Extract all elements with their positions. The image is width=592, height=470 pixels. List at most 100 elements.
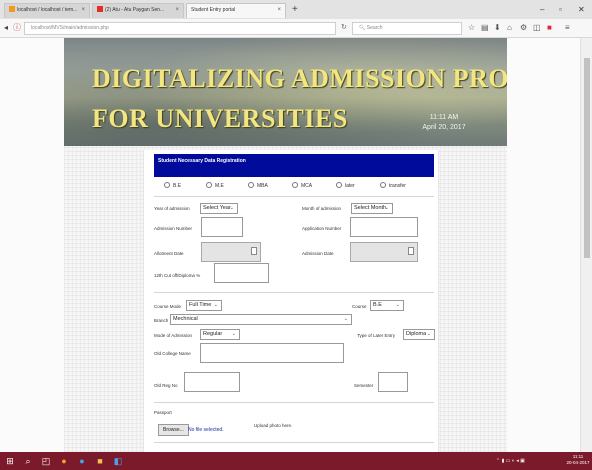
allotment-date-input[interactable]: [201, 242, 261, 262]
upload-hint: Upload photo here.: [254, 423, 293, 428]
home-icon[interactable]: ⌂: [507, 23, 512, 33]
site-info-icon[interactable]: ⓘ: [13, 23, 21, 33]
reading-list-icon[interactable]: ▤: [481, 23, 489, 33]
tab-label: (2) Atu - Atu Paygan Sen...: [105, 7, 165, 13]
month-label: Month of admission: [302, 206, 342, 211]
branch-select[interactable]: Mechnical ⌄: [170, 314, 352, 325]
later-entry-label: Type of Later Entry: [357, 333, 396, 338]
form-title: Student Necessary Data Registration: [154, 154, 434, 177]
calendar-icon[interactable]: [408, 247, 414, 255]
sync-icon[interactable]: ⚙: [520, 23, 527, 33]
radio-mca[interactable]: MCA: [292, 182, 312, 190]
calendar-icon[interactable]: [251, 247, 257, 255]
application-number-input[interactable]: [350, 217, 418, 237]
old-college-input[interactable]: [200, 343, 344, 363]
task-view-icon[interactable]: ◰: [40, 455, 52, 467]
bookmark-star-icon[interactable]: ☆: [468, 23, 475, 33]
radio-circle-icon: [292, 182, 298, 188]
month-select-value: Select Month: [354, 205, 387, 211]
divider: [154, 402, 434, 403]
mode-of-admission-select[interactable]: Regular ⌄: [200, 329, 240, 340]
chevron-down-icon: ⌄: [231, 331, 236, 337]
tab-student-entry[interactable]: Student Entry portal ×: [186, 3, 286, 18]
month-select[interactable]: Select Month ⌄: [351, 203, 393, 214]
later-entry-select[interactable]: Diploma ⌄: [403, 329, 435, 340]
program-radio-group: B.E M.E MBA MCA later transfer: [164, 182, 434, 192]
admission-date-label: Admission Date: [302, 251, 334, 256]
radio-circle-icon: [336, 182, 342, 188]
year-select[interactable]: Select Year ⌄: [200, 203, 238, 214]
divider: [154, 292, 434, 293]
course-label: Course: [352, 304, 367, 309]
tab-youtube[interactable]: (2) Atu - Atu Paygan Sen... ×: [92, 3, 184, 18]
minimize-button[interactable]: –: [540, 3, 544, 16]
scrollbar-thumb[interactable]: [584, 58, 590, 258]
reload-icon[interactable]: ↻: [341, 23, 347, 31]
chevron-down-icon: ⌄: [229, 205, 234, 211]
admission-number-input[interactable]: [201, 217, 243, 237]
course-mode-value: Full Time: [189, 302, 212, 308]
windows-taskbar: ⊞ ⌕ ◰ ● ● ■ ◧ ⌃ ▮ ▭ ◐ ◂ ▣ 11:11 20-04-20…: [0, 452, 592, 470]
menu-icon[interactable]: ≡: [565, 23, 570, 33]
radio-circle-icon: [380, 182, 386, 188]
search-input[interactable]: 🔍︎ Search: [352, 22, 462, 35]
application-number-label: Application Number: [302, 226, 342, 231]
address-bar[interactable]: localhost/MVS/main/admission.php: [24, 22, 336, 35]
browser-nav-bar: ◂ ⓘ localhost/MVS/main/admission.php ↻ 🔍…: [0, 19, 592, 38]
phpmyadmin-favicon-icon: [9, 6, 15, 12]
maximize-button[interactable]: ▫: [559, 3, 562, 16]
old-reg-input[interactable]: [184, 372, 240, 392]
passport-label: Passport: [154, 410, 172, 415]
radio-circle-icon: [164, 182, 170, 188]
windows-start-icon[interactable]: ⊞: [4, 455, 16, 467]
close-tab-icon[interactable]: ×: [277, 4, 281, 17]
firefox-icon[interactable]: ●: [58, 455, 70, 467]
header-banner: DIGITALIZING ADMISSION PROCESS FOR UNIVE…: [64, 38, 507, 146]
old-college-label: Old College Name: [154, 351, 191, 356]
back-icon[interactable]: ◂: [4, 23, 8, 33]
radio-be[interactable]: B.E: [164, 182, 181, 190]
semester-input[interactable]: [378, 372, 408, 392]
old-reg-label: Old Reg No: [154, 383, 178, 388]
admission-date-input[interactable]: [350, 242, 418, 262]
close-tab-icon[interactable]: ×: [175, 4, 179, 17]
page-scrollbar[interactable]: [580, 38, 592, 452]
cutoff-input[interactable]: [214, 263, 269, 283]
radio-circle-icon: [206, 182, 212, 188]
addon-icon[interactable]: ■: [547, 23, 552, 33]
banner-title-line2: FOR UNIVERSITIES: [92, 104, 348, 133]
system-tray-icons[interactable]: ⌃ ▮ ▭ ◐ ◂ ▣: [496, 457, 525, 465]
search-icon[interactable]: ⌕: [22, 455, 34, 467]
chevron-down-icon: ⌄: [426, 331, 431, 337]
divider: [154, 196, 434, 197]
radio-later[interactable]: later: [336, 182, 355, 190]
radio-label: B.E: [173, 183, 182, 189]
mode-of-admission-label: Mode of Admission: [154, 333, 193, 338]
registration-form: Student Necessary Data Registration B.E …: [143, 150, 439, 452]
chevron-down-icon: ⌄: [213, 302, 218, 308]
branch-label: Branch: [154, 318, 169, 323]
file-explorer-icon[interactable]: ■: [94, 455, 106, 467]
course-select[interactable]: B.E ⌄: [370, 300, 404, 311]
tab-localhost[interactable]: localhost / localhost / tem... ×: [4, 3, 90, 18]
new-tab-button[interactable]: +: [292, 3, 298, 16]
divider: [154, 442, 434, 443]
browse-button[interactable]: Browse...: [158, 424, 189, 436]
chevron-down-icon: ⌄: [343, 316, 348, 322]
tab-label: Student Entry portal: [191, 7, 236, 13]
close-tab-icon[interactable]: ×: [81, 4, 85, 17]
radio-me[interactable]: M.E: [206, 182, 224, 190]
pocket-icon[interactable]: ◫: [533, 23, 541, 33]
allotment-date-label: Allotment Date: [154, 251, 184, 256]
banner-title-line1: DIGITALIZING ADMISSION PROCESS: [92, 64, 507, 93]
radio-label: later: [345, 183, 355, 189]
close-window-button[interactable]: ✕: [578, 3, 585, 16]
downloads-icon[interactable]: ⬇: [494, 23, 501, 33]
taskbar-clock[interactable]: 11:11 20-04-2017: [566, 454, 590, 466]
edge-icon[interactable]: ●: [76, 455, 88, 467]
store-icon[interactable]: ◧: [112, 455, 124, 467]
radio-transfer[interactable]: transfer: [380, 182, 406, 190]
course-mode-select[interactable]: Full Time ⌄: [186, 300, 222, 311]
clock-date: 20-04-2017: [566, 460, 590, 465]
radio-mba[interactable]: MBA: [248, 182, 268, 190]
